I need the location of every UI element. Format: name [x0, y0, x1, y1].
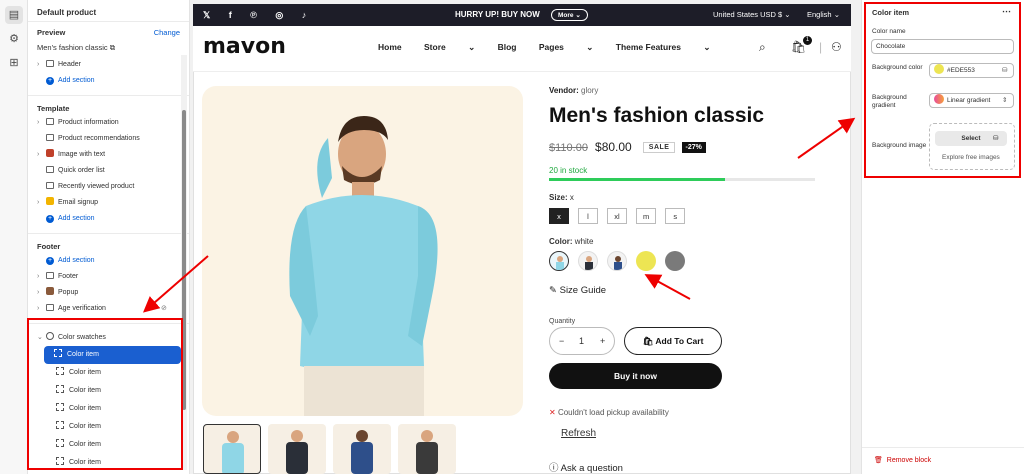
- color-swatches: [549, 251, 685, 271]
- account-icon[interactable]: ⚇: [831, 40, 842, 54]
- sale-price: $80.00: [595, 140, 632, 154]
- size-label: Size: x: [549, 193, 574, 202]
- social-icons[interactable]: 𝕏 f ℗ ◎ ♪: [203, 10, 314, 21]
- eye-hidden-icon: ⊘: [161, 305, 167, 312]
- preview-product-name: Men's fashion classic: [37, 43, 108, 52]
- preview-label: Preview: [37, 28, 66, 37]
- size-options: x l xl m s: [549, 208, 686, 224]
- size-option[interactable]: x: [549, 208, 569, 224]
- footer-group-title: Footer: [37, 242, 61, 251]
- store-header: mavon Home Store ⌄ Blog Pages ⌄ Theme Fe…: [193, 26, 851, 72]
- product-main-image[interactable]: [202, 86, 523, 416]
- search-icon[interactable]: ⌕: [759, 40, 766, 55]
- section-image-with-text[interactable]: › Image with text: [28, 147, 189, 163]
- menu-pages[interactable]: Pages ⌄: [539, 42, 594, 52]
- add-to-cart-button[interactable]: 🛍 Add To Cart: [624, 327, 722, 355]
- panel-title: Default product: [28, 0, 189, 22]
- price-block: $110.00 $80.00 SALE -27%: [549, 140, 706, 154]
- compare-price: $110.00: [549, 142, 588, 154]
- highlight-box-swatches: [27, 318, 183, 470]
- thumbnail-1[interactable]: [203, 424, 261, 474]
- remove-block-button[interactable]: 🗑 Remove block: [874, 456, 931, 464]
- add-section-button[interactable]: + Add section: [28, 211, 189, 227]
- swatch-white[interactable]: [549, 251, 569, 271]
- swatch-gray[interactable]: [665, 251, 685, 271]
- trash-icon: 🗑: [874, 457, 883, 464]
- add-section-button[interactable]: + Add section: [28, 73, 189, 89]
- more-button[interactable]: More ⌄: [551, 9, 588, 21]
- section-quick-order-list[interactable]: Quick order list: [28, 163, 189, 179]
- menu-theme-features[interactable]: Theme Features ⌄: [616, 42, 711, 52]
- swatch-black[interactable]: [578, 251, 598, 271]
- section-footer[interactable]: › Footer: [28, 269, 189, 285]
- external-link-icon[interactable]: ⧉: [110, 43, 115, 52]
- color-label: Color: white: [549, 237, 594, 246]
- menu-blog[interactable]: Blog: [498, 42, 517, 52]
- section-popup[interactable]: › Popup: [28, 285, 189, 301]
- quantity-label: Quantity: [549, 318, 576, 325]
- section-header[interactable]: › Header: [28, 57, 189, 73]
- error-x-icon: ✕: [549, 408, 556, 417]
- refresh-link[interactable]: Refresh: [561, 428, 596, 439]
- size-guide-link[interactable]: ✎ Size Guide: [549, 285, 606, 296]
- thumbnail-4[interactable]: [398, 424, 456, 474]
- apps-icon[interactable]: ⊞: [7, 56, 21, 70]
- quantity-value[interactable]: 1: [579, 336, 584, 346]
- menu-home[interactable]: Home: [378, 42, 402, 52]
- size-option[interactable]: l: [578, 208, 598, 224]
- cart-count-badge: 1: [803, 36, 812, 45]
- main-menu: Home Store ⌄ Blog Pages ⌄ Theme Features…: [378, 42, 730, 53]
- template-group-title: Template: [37, 104, 70, 113]
- section-email-signup[interactable]: › Email signup: [28, 195, 189, 211]
- announcement-bar: 𝕏 f ℗ ◎ ♪ HURRY UP! BUY NOW More ⌄ Unite…: [193, 4, 851, 26]
- swatch-yellow[interactable]: [636, 251, 656, 271]
- icon-rail: ▤ ⚙ ⊞: [0, 0, 28, 474]
- ask-question-link[interactable]: ⓘ Ask a question: [549, 460, 623, 474]
- stock-text: 20 in stock: [549, 166, 588, 175]
- language-selector[interactable]: English ⌄: [807, 10, 840, 19]
- sale-badge: SALE: [642, 142, 676, 153]
- section-age-verification[interactable]: › Age verification ⊘: [28, 301, 189, 317]
- plus-icon: +: [46, 215, 54, 223]
- pickup-status: ✕ Couldn't load pickup availability: [549, 408, 669, 417]
- add-section-button[interactable]: + Add section: [28, 253, 189, 269]
- change-link[interactable]: Change: [154, 28, 180, 37]
- plus-icon: +: [46, 257, 54, 265]
- size-option[interactable]: xl: [607, 208, 627, 224]
- announcement-text: HURRY UP! BUY NOW: [455, 10, 540, 19]
- quantity-stepper[interactable]: − 1 +: [549, 327, 615, 355]
- store-logo[interactable]: mavon: [203, 34, 286, 59]
- vendor: Vendor: glory: [549, 86, 599, 95]
- highlight-box-settings: [864, 2, 1021, 178]
- section-product-information[interactable]: › Product information: [28, 115, 189, 131]
- thumbnail-3[interactable]: [333, 424, 391, 474]
- minus-icon[interactable]: −: [559, 336, 564, 346]
- section-recently-viewed[interactable]: Recently viewed product: [28, 179, 189, 195]
- section-product-recommendations[interactable]: Product recommendations: [28, 131, 189, 147]
- product-title: Men's fashion classic: [549, 104, 765, 127]
- plus-icon[interactable]: +: [600, 336, 605, 346]
- buy-now-button[interactable]: Buy it now: [549, 363, 722, 389]
- size-option[interactable]: s: [665, 208, 686, 224]
- thumbnail-2[interactable]: [268, 424, 326, 474]
- ruler-icon: ✎: [549, 285, 557, 296]
- settings-gear-icon[interactable]: ⚙: [7, 32, 21, 46]
- discount-badge: -27%: [681, 142, 706, 153]
- plus-icon: +: [46, 77, 54, 85]
- sections-icon[interactable]: ▤: [5, 6, 23, 24]
- swatch-blue[interactable]: [607, 251, 627, 271]
- currency-selector[interactable]: United States USD $ ⌄: [713, 10, 791, 19]
- question-icon: ⓘ: [549, 463, 559, 474]
- stock-progress: [549, 178, 815, 181]
- bag-icon: 🛍: [642, 336, 654, 346]
- divider: |: [819, 40, 823, 54]
- menu-store[interactable]: Store ⌄: [424, 42, 475, 52]
- size-option[interactable]: m: [636, 208, 657, 224]
